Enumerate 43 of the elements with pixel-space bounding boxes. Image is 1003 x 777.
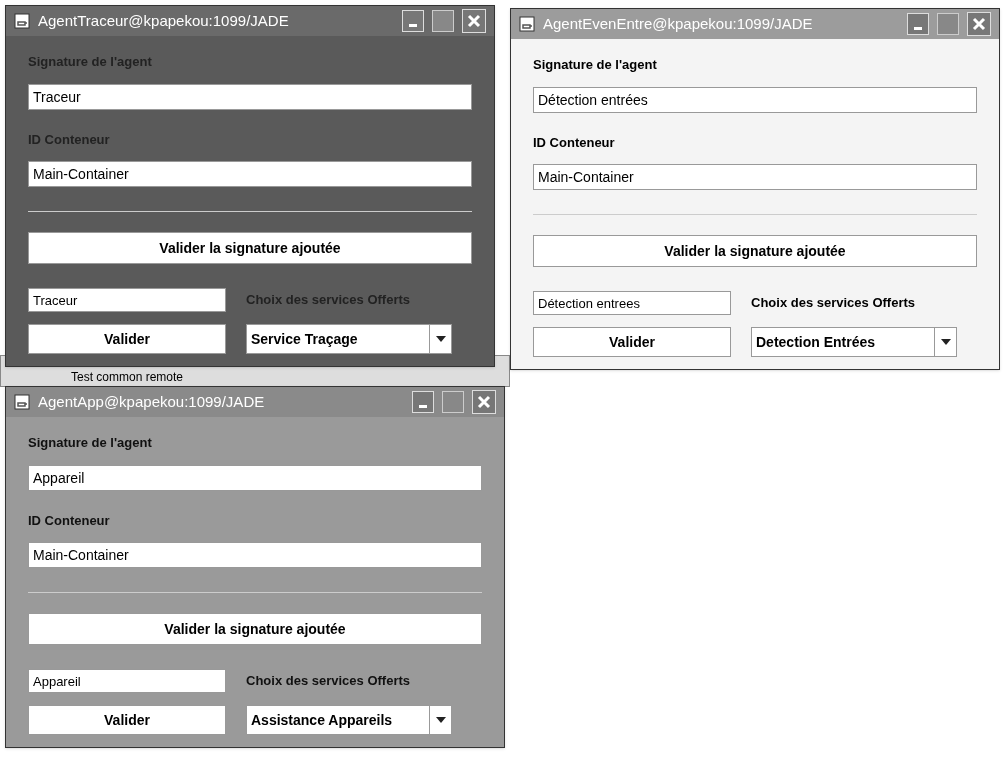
- input-field[interactable]: Détection entrees: [533, 291, 731, 315]
- field-label: ID Conteneur: [28, 511, 111, 530]
- field-label: ID Conteneur: [533, 133, 616, 152]
- close-button[interactable]: [967, 12, 991, 36]
- window-title: AgentApp@kpapekou:1099/JADE: [38, 391, 266, 412]
- field-label: Choix des services Offerts: [246, 672, 411, 691]
- input-field[interactable]: Main-Container: [533, 164, 977, 190]
- field-label: Choix des services Offerts: [246, 291, 411, 310]
- input-field[interactable]: Appareil: [28, 464, 482, 491]
- minimize-button[interactable]: [402, 10, 424, 32]
- validate-button[interactable]: Valider: [28, 324, 226, 354]
- close-icon: [467, 14, 481, 28]
- close-icon: [972, 17, 986, 31]
- service-dropdown[interactable]: Assistance Appareils: [246, 705, 452, 735]
- minimize-button[interactable]: [412, 391, 434, 413]
- field-label: ID Conteneur: [28, 130, 111, 149]
- field-label: Signature de l'agent: [533, 56, 658, 74]
- field-label: Choix des services Offerts: [751, 294, 916, 313]
- background-text: Test common remote: [71, 369, 184, 386]
- validate-signature-button[interactable]: Valider la signature ajoutée: [533, 235, 977, 267]
- dropdown-arrow-icon: [435, 717, 446, 723]
- input-field[interactable]: Traceur: [28, 83, 472, 110]
- input-field[interactable]: Traceur: [28, 288, 226, 312]
- service-dropdown[interactable]: Detection Entrées: [751, 327, 957, 357]
- input-field[interactable]: Main-Container: [28, 542, 482, 568]
- close-button[interactable]: [462, 9, 486, 33]
- window-title: AgentTraceur@kpapekou:1099/JADE: [38, 10, 290, 31]
- input-field[interactable]: Appareil: [28, 669, 226, 693]
- field-label: Signature de l'agent: [28, 53, 153, 71]
- validate-button[interactable]: Valider: [533, 327, 731, 357]
- minimize-button[interactable]: [907, 13, 929, 35]
- field-label: Signature de l'agent: [28, 434, 153, 452]
- dropdown-arrow-icon: [435, 336, 446, 342]
- window-title: AgentEvenEntre@kpapekou:1099/JADE: [543, 13, 814, 34]
- validate-button[interactable]: Valider: [28, 705, 226, 735]
- validate-signature-button[interactable]: Valider la signature ajoutée: [28, 613, 482, 645]
- close-button[interactable]: [472, 390, 496, 414]
- validate-signature-button[interactable]: Valider la signature ajoutée: [28, 232, 472, 264]
- close-icon: [477, 395, 491, 409]
- input-field[interactable]: Détection entrées: [533, 86, 977, 113]
- input-field[interactable]: Main-Container: [28, 161, 472, 187]
- service-dropdown[interactable]: Service Traçage: [246, 324, 452, 354]
- dropdown-arrow-icon: [940, 339, 951, 345]
